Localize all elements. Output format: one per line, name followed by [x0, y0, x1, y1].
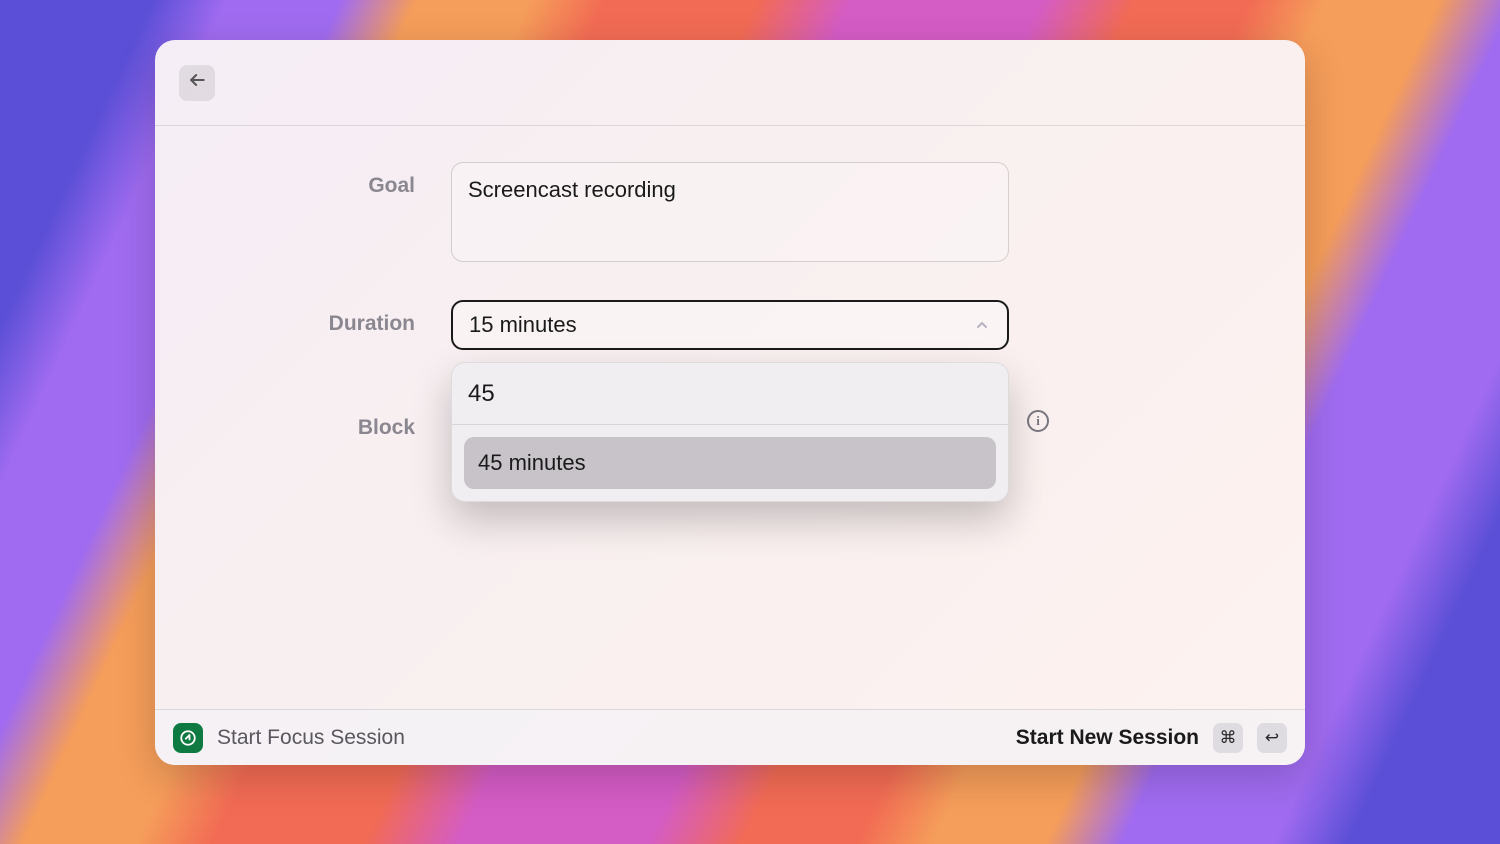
back-button[interactable] — [179, 65, 215, 101]
focus-session-panel: Goal Duration 15 minutes — [155, 40, 1305, 765]
duration-dropdown: 45 minutes — [451, 362, 1009, 502]
footer-left: Start Focus Session — [173, 723, 405, 753]
goal-label: Goal — [215, 162, 451, 198]
block-label: Block — [215, 388, 451, 440]
duration-selected-value: 15 minutes — [469, 312, 577, 338]
duration-option[interactable]: 45 minutes — [464, 437, 996, 489]
duration-search-wrap — [452, 363, 1008, 425]
panel-body: Goal Duration 15 minutes — [155, 126, 1305, 709]
chevron-up-icon — [973, 316, 991, 334]
info-icon[interactable]: i — [1027, 410, 1049, 432]
footer-app-title: Start Focus Session — [217, 726, 405, 750]
duration-row: Duration 15 minutes 45 mi — [215, 300, 1245, 350]
app-icon — [173, 723, 203, 753]
duration-combobox[interactable]: 15 minutes — [451, 300, 1009, 350]
panel-footer: Start Focus Session Start New Session ⌘ … — [155, 709, 1305, 765]
goal-input[interactable] — [451, 162, 1009, 262]
arrow-left-icon — [187, 70, 207, 95]
duration-search-input[interactable] — [468, 380, 992, 408]
start-new-session-button[interactable]: Start New Session — [1016, 726, 1199, 750]
panel-header — [155, 40, 1305, 126]
shortcut-enter-key: ↩ — [1257, 723, 1287, 753]
duration-options: 45 minutes — [452, 425, 1008, 501]
duration-label: Duration — [215, 300, 451, 336]
footer-right: Start New Session ⌘ ↩ — [1016, 723, 1287, 753]
shortcut-modifier-key: ⌘ — [1213, 723, 1243, 753]
goal-row: Goal — [215, 162, 1245, 262]
